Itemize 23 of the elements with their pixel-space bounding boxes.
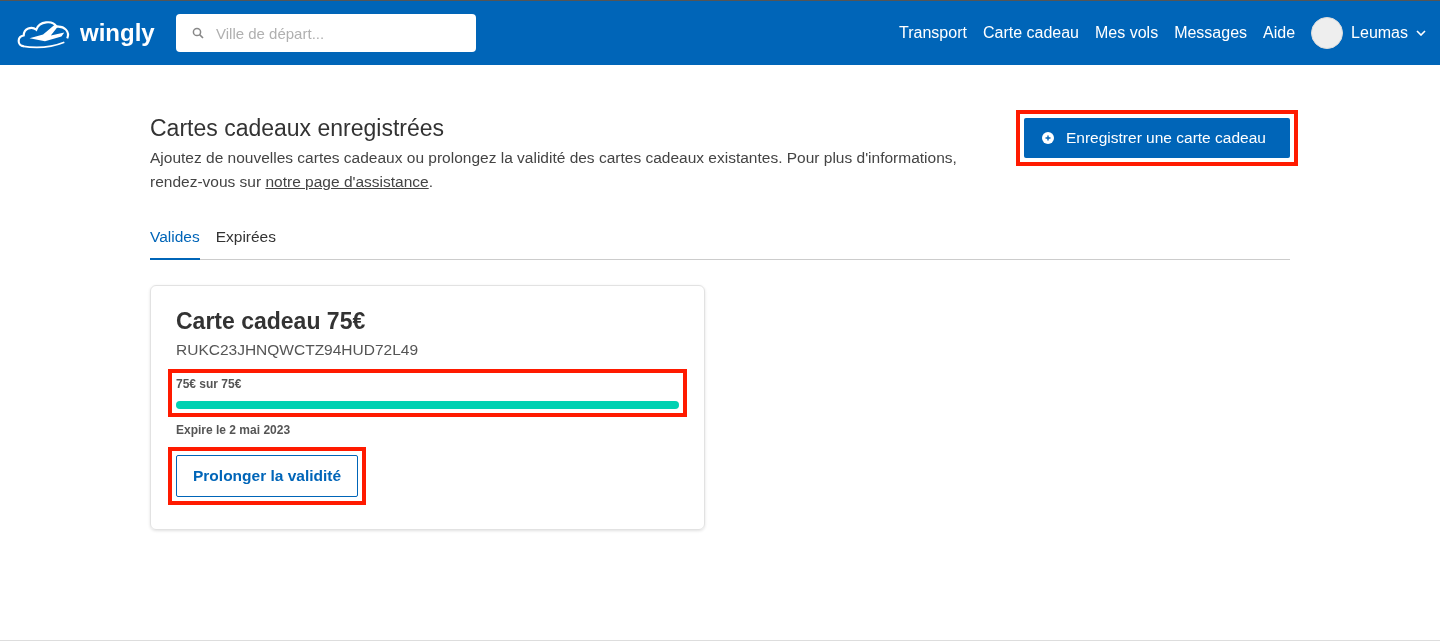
page-title: Cartes cadeaux enregistrées — [150, 115, 446, 142]
page-description: Ajoutez de nouvelles cartes cadeaux ou prolongez la validité des cartes cadeaux existantes. Pour plus d'informations, rendez-vous sur notre page d'assistance. — [150, 148, 958, 192]
plus-circle-icon — [1042, 132, 1054, 144]
user-menu[interactable]: Leumas — [1351, 24, 1408, 42]
brand-name[interactable]: wingly — [80, 19, 155, 47]
nav-link[interactable]: Transport — [899, 24, 967, 42]
gift-card-code: RUKC23JHNQWCTZ94HUD72L49 — [176, 341, 420, 359]
register-gift-card-button[interactable]: Enregistrer une carte cadeau — [1024, 118, 1290, 158]
nav-link[interactable]: Mes vols — [1095, 24, 1159, 42]
extend-validity-button[interactable]: Prolonger la validité — [176, 455, 359, 497]
support-page-link[interactable]: notre page d'assistance — [265, 173, 429, 190]
search-icon — [192, 27, 204, 39]
chevron-down-icon[interactable] — [1416, 30, 1426, 36]
nav-link[interactable]: Aide — [1263, 24, 1296, 42]
tab[interactable]: Expirées — [215, 218, 276, 260]
card-title: Carte cadeau 75€ — [176, 308, 367, 335]
avatar-icon[interactable] — [1311, 17, 1344, 49]
nav-link[interactable]: Carte cadeau — [982, 24, 1079, 42]
balance-text: 75€ sur 75€ — [176, 377, 243, 391]
nav-link[interactable]: Messages — [1174, 24, 1248, 42]
expiry-date: Expire le 2 mai 2023 — [176, 423, 292, 437]
search-field[interactable]: Ville de départ... — [176, 14, 476, 52]
tab[interactable]: Valides — [150, 218, 200, 260]
